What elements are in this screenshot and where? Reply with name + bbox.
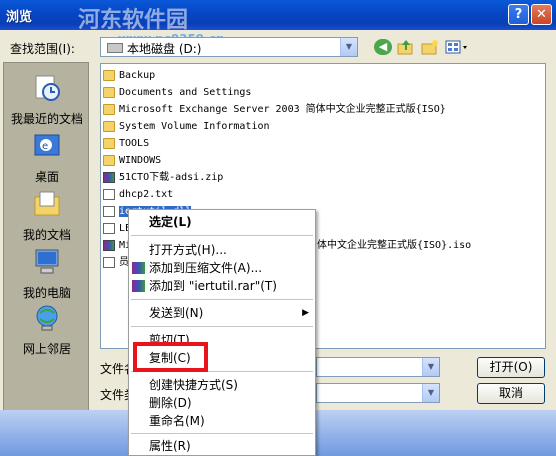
- folder-icon: [103, 103, 115, 115]
- place-label: 我的电脑: [22, 286, 71, 300]
- help-button[interactable]: ?: [508, 4, 529, 25]
- list-item[interactable]: 员: [103, 255, 129, 271]
- file-icon: [103, 256, 115, 268]
- submenu-arrow-icon: ▶: [302, 308, 309, 318]
- list-item[interactable]: dhcp2.txt: [103, 187, 173, 203]
- menu-item-rename[interactable]: 重命名(M): [129, 411, 315, 431]
- dll-file-icon: [103, 205, 115, 217]
- list-item[interactable]: TOOLS: [103, 136, 149, 152]
- folder-icon: [103, 69, 115, 81]
- place-recent[interactable]: 我最近的文档: [4, 73, 90, 127]
- back-icon[interactable]: ◀: [374, 39, 392, 55]
- filename-field[interactable]: ▼: [316, 357, 440, 377]
- lookin-dropdown[interactable]: 本地磁盘 (D:) ▼: [100, 37, 358, 57]
- list-item[interactable]: Mi: [103, 238, 131, 254]
- drive-icon: [107, 43, 123, 53]
- cancel-button[interactable]: 取消: [477, 383, 545, 404]
- file-icon: [103, 222, 115, 234]
- menu-separator: [131, 299, 313, 300]
- up-folder-icon[interactable]: [397, 39, 415, 55]
- watermark-logo: 河东软件园: [78, 8, 189, 33]
- folder-icon: [103, 137, 115, 149]
- list-item-tail: 体中文企业完整正式版{ISO}.iso: [317, 240, 472, 251]
- list-item[interactable]: WINDOWS: [103, 153, 161, 169]
- lookin-value: 本地磁盘 (D:): [127, 42, 202, 56]
- place-desktop[interactable]: e 桌面: [4, 131, 90, 185]
- place-label: 我最近的文档: [10, 112, 83, 126]
- menu-item-select[interactable]: 选定(L): [129, 212, 315, 232]
- archive-icon: [103, 171, 115, 183]
- lookin-label: 查找范围(I):: [10, 42, 75, 56]
- menu-item-send-to[interactable]: 发送到(N) ▶: [129, 303, 315, 323]
- folder-icon: [103, 120, 115, 132]
- new-folder-icon[interactable]: [421, 39, 439, 55]
- menu-separator: [131, 433, 313, 434]
- menu-item-add-archive[interactable]: 添加到压缩文件(A)...: [129, 258, 315, 278]
- place-label: 网上邻居: [22, 342, 71, 356]
- recent-documents-icon: [35, 75, 60, 101]
- place-label: 桌面: [34, 170, 59, 184]
- my-documents-icon: [34, 191, 60, 216]
- places-bar: 我最近的文档 e 桌面 我的文档 我的电脑 网上邻居: [3, 62, 89, 450]
- menu-separator: [131, 326, 313, 327]
- my-computer-icon: [35, 249, 59, 274]
- list-item[interactable]: Microsoft Exchange Server 2003 简体中文企业完整正…: [103, 102, 446, 118]
- list-item[interactable]: LE: [103, 221, 131, 237]
- chevron-down-icon[interactable]: ▼: [422, 384, 439, 402]
- filetype-dropdown[interactable]: ▼: [316, 383, 440, 403]
- chevron-down-icon[interactable]: ▼: [422, 358, 439, 376]
- context-menu: 选定(L) 打开方式(H)... 添加到压缩文件(A)... 添加到 "iert…: [128, 209, 316, 456]
- open-button[interactable]: 打开(O): [477, 357, 545, 378]
- list-item[interactable]: Backup: [103, 68, 155, 84]
- text-file-icon: [103, 188, 115, 200]
- menu-item-open-with[interactable]: 打开方式(H)...: [129, 240, 315, 260]
- list-item[interactable]: 51CTO下载-adsi.zip: [103, 170, 223, 186]
- winrar-icon: [132, 262, 145, 274]
- menu-item-delete[interactable]: 删除(D): [129, 393, 315, 413]
- desktop-icon: e: [34, 134, 60, 156]
- views-menu-icon[interactable]: [445, 39, 469, 55]
- place-network[interactable]: 网上邻居: [4, 303, 90, 357]
- iso-file-icon: [103, 239, 115, 251]
- window-title: 浏览: [6, 10, 33, 25]
- menu-item-add-to-rar[interactable]: 添加到 "iertutil.rar"(T): [129, 276, 315, 296]
- winrar-icon: [132, 280, 145, 292]
- close-button[interactable]: ✕: [531, 4, 552, 25]
- place-mydocuments[interactable]: 我的文档: [4, 189, 90, 243]
- place-mycomputer[interactable]: 我的电脑: [4, 247, 90, 301]
- list-item[interactable]: System Volume Information: [103, 119, 270, 135]
- list-item[interactable]: Documents and Settings: [103, 85, 251, 101]
- menu-separator: [131, 235, 313, 236]
- title-bar: 浏览 河东软件园 ? ✕: [0, 0, 556, 33]
- copy-highlight-box: [133, 342, 208, 372]
- menu-item-properties[interactable]: 属性(R): [129, 436, 315, 456]
- folder-icon: [103, 154, 115, 166]
- folder-icon: [103, 86, 115, 98]
- chevron-down-icon[interactable]: ▼: [340, 38, 357, 56]
- network-places-icon: [36, 305, 58, 331]
- menu-item-create-shortcut[interactable]: 创建快捷方式(S): [129, 375, 315, 395]
- place-label: 我的文档: [22, 228, 71, 242]
- svg-text:e: e: [42, 141, 48, 152]
